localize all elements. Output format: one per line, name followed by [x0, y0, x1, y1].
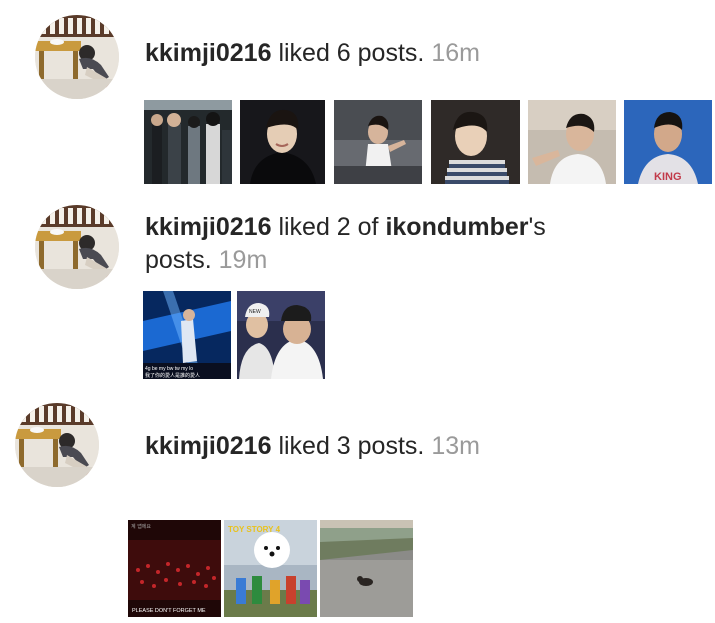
- person-smiling-photo-icon: [240, 100, 325, 184]
- post-thumbnail[interactable]: TOY STORY 4: [224, 520, 317, 617]
- activity-text: kkimji0216 liked 2 of ikondumber's: [145, 212, 546, 243]
- post-thumbnail[interactable]: [334, 100, 422, 184]
- selfie-stripes-photo-icon: [431, 100, 520, 184]
- timestamp: 16m: [431, 39, 480, 67]
- timestamp: 19m: [218, 246, 268, 274]
- post-thumbnail[interactable]: [320, 520, 413, 617]
- post-thumbnail[interactable]: KING: [624, 100, 712, 184]
- svg-text:NEW: NEW: [249, 309, 261, 315]
- post-thumbnail[interactable]: 4g be my bw tw my lo 我了你的愛人是誰的愛人: [143, 291, 231, 379]
- target-username-link[interactable]: ikondumber: [385, 213, 528, 241]
- svg-text:KING: KING: [654, 171, 682, 183]
- username-link[interactable]: kkimji0216: [145, 432, 272, 460]
- two-friends-hats-photo-icon: NEW: [237, 291, 325, 379]
- toy-story-dog-photo-icon: TOY STORY 4: [224, 520, 317, 617]
- post-thumbnail[interactable]: 계 앱에요 PLEASE DON'T FORGET ME: [128, 520, 221, 617]
- avatar[interactable]: [35, 15, 119, 99]
- person-blue-background-photo-icon: KING: [624, 100, 712, 184]
- caption-text: 我了你的愛人是誰的愛人: [145, 372, 200, 379]
- action-text: posts.: [145, 246, 212, 274]
- activity-text: kkimji0216 liked 6 posts. 16m: [145, 38, 480, 69]
- caption-text: 4g be my bw tw my lo: [145, 366, 193, 372]
- post-thumbnail[interactable]: [144, 100, 232, 184]
- post-thumbnail[interactable]: NEW: [237, 291, 325, 379]
- action-text: liked 6 posts.: [271, 39, 425, 67]
- action-text-suffix: 's: [528, 213, 546, 241]
- activity-text-line2: posts. 19m: [145, 245, 267, 276]
- caption-text: PLEASE DON'T FORGET ME: [132, 608, 206, 614]
- avatar[interactable]: [35, 205, 119, 289]
- action-text: liked 2 of: [271, 213, 386, 241]
- avatar[interactable]: [15, 403, 99, 487]
- stage-performance-photo-icon: [334, 100, 422, 184]
- action-text: liked 3 posts.: [271, 432, 425, 460]
- username-link[interactable]: kkimji0216: [145, 213, 272, 241]
- stage-blue-lights-photo-icon: 4g be my bw tw my lo 我了你的愛人是誰的愛人: [143, 291, 231, 379]
- post-thumbnail[interactable]: [240, 100, 325, 184]
- cat-on-road-photo-icon: [320, 520, 413, 617]
- caption-text: 계 앱에요: [131, 523, 151, 530]
- person-pointing-photo-icon: [528, 100, 616, 184]
- username-link[interactable]: kkimji0216: [145, 39, 272, 67]
- timestamp: 13m: [431, 432, 480, 460]
- post-thumbnail[interactable]: [431, 100, 520, 184]
- concert-group-photo-icon: [144, 100, 232, 184]
- activity-text: kkimji0216 liked 3 posts. 13m: [145, 431, 480, 462]
- dark-crowd-photo-icon: 계 앱에요 PLEASE DON'T FORGET ME: [128, 520, 221, 617]
- post-thumbnail[interactable]: [528, 100, 616, 184]
